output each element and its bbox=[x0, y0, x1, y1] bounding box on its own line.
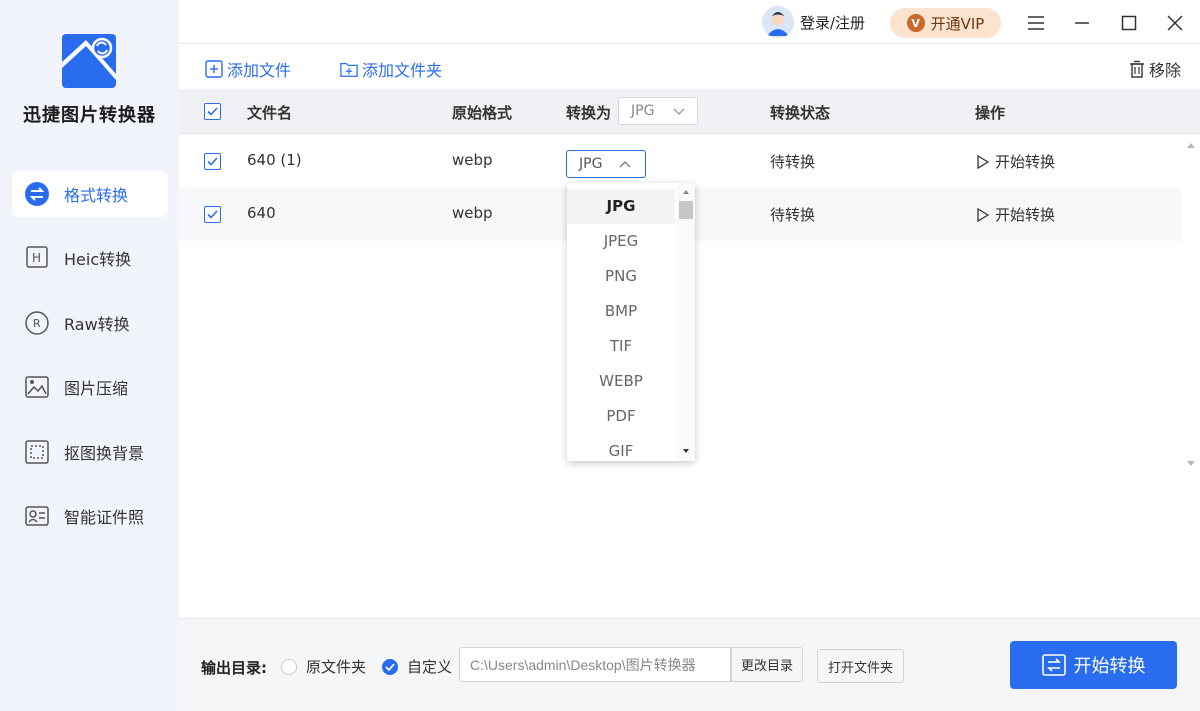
row-start-button[interactable]: 开始转换 bbox=[977, 204, 1055, 225]
app-window: 迅捷图片转换器 格式转换 H Heic转换 R Raw转换 图片压缩 抠图换背景… bbox=[0, 0, 1200, 711]
table-row: 640 (1) webp JPG 待转换 开始转换 bbox=[179, 135, 1182, 188]
header-status: 转换状态 bbox=[770, 104, 831, 122]
dropdown-scrollbar[interactable] bbox=[677, 183, 695, 461]
menu-icon[interactable] bbox=[1021, 8, 1051, 38]
sidebar-item-heic[interactable]: H Heic转换 bbox=[12, 235, 168, 281]
scroll-down-arrow-icon[interactable] bbox=[677, 445, 695, 457]
row-start-button[interactable]: 开始转换 bbox=[977, 151, 1055, 172]
vip-label: 开通VIP bbox=[930, 14, 985, 33]
app-logo bbox=[62, 34, 116, 88]
dropdown-option-jpg[interactable]: JPG bbox=[567, 189, 675, 224]
svg-text:H: H bbox=[32, 251, 41, 265]
scroll-down-arrow-icon[interactable] bbox=[1182, 457, 1200, 471]
id-card-icon bbox=[24, 503, 50, 529]
cutout-icon bbox=[24, 439, 50, 465]
maximize-icon[interactable] bbox=[1114, 8, 1144, 38]
row-format: webp bbox=[452, 204, 493, 222]
sidebar: 迅捷图片转换器 格式转换 H Heic转换 R Raw转换 图片压缩 抠图换背景… bbox=[0, 0, 179, 711]
chevron-up-icon bbox=[619, 161, 631, 168]
row-status: 待转换 bbox=[770, 153, 816, 171]
sidebar-item-cutout[interactable]: 抠图换背景 bbox=[12, 429, 168, 475]
add-file-label: 添加文件 bbox=[227, 61, 292, 80]
open-folder-button[interactable]: 打开文件夹 bbox=[817, 649, 904, 683]
radio-original-folder[interactable] bbox=[281, 659, 297, 675]
dropdown-option-gif[interactable]: GIF bbox=[567, 434, 675, 461]
row-checkbox[interactable] bbox=[204, 153, 221, 170]
dropdown-option-bmp[interactable]: BMP bbox=[567, 294, 675, 329]
remove-button[interactable]: 移除 bbox=[1128, 57, 1181, 81]
add-file-button[interactable]: 添加文件 bbox=[205, 57, 291, 81]
scroll-thumb[interactable] bbox=[679, 201, 693, 219]
start-convert-button[interactable]: 开始转换 bbox=[1010, 641, 1177, 689]
output-path-input[interactable] bbox=[459, 647, 731, 682]
row-checkbox[interactable] bbox=[204, 206, 221, 223]
radio-custom-folder[interactable] bbox=[382, 659, 398, 675]
heic-icon: H bbox=[24, 245, 50, 271]
header-original-format: 原始格式 bbox=[452, 104, 513, 122]
sidebar-item-compress[interactable]: 图片压缩 bbox=[12, 364, 168, 410]
convert-icon bbox=[1041, 654, 1066, 676]
scroll-up-arrow-icon[interactable] bbox=[677, 186, 695, 198]
row-action-label: 开始转换 bbox=[995, 153, 1056, 171]
option-original-label: 原文件夹 bbox=[306, 658, 367, 676]
sidebar-item-label: 格式转换 bbox=[64, 186, 129, 205]
option-custom-label: 自定义 bbox=[407, 658, 453, 676]
scroll-up-arrow-icon[interactable] bbox=[1182, 138, 1200, 152]
add-folder-icon bbox=[340, 62, 358, 77]
global-format-select[interactable]: JPG bbox=[618, 97, 698, 125]
play-icon bbox=[977, 207, 989, 222]
chevron-down-icon bbox=[673, 108, 685, 115]
header-convert-to: 转换为 bbox=[566, 104, 612, 122]
change-directory-button[interactable]: 更改目录 bbox=[731, 647, 803, 682]
image-icon bbox=[24, 374, 50, 400]
dropdown-option-tif[interactable]: TIF bbox=[567, 329, 675, 364]
dropdown-option-webp[interactable]: WEBP bbox=[567, 364, 675, 399]
row-filename: 640 bbox=[247, 204, 276, 222]
minimize-icon[interactable] bbox=[1067, 8, 1097, 38]
avatar bbox=[762, 6, 794, 38]
sidebar-item-label: Raw转换 bbox=[64, 315, 130, 334]
remove-label: 移除 bbox=[1149, 61, 1182, 80]
add-file-icon bbox=[205, 60, 223, 78]
header-action: 操作 bbox=[975, 104, 1006, 122]
add-folder-label: 添加文件夹 bbox=[362, 61, 443, 80]
sidebar-item-label: 图片压缩 bbox=[64, 379, 129, 398]
table-scrollbar[interactable] bbox=[1182, 134, 1200, 474]
convert-icon bbox=[24, 181, 50, 207]
dropdown-option-png[interactable]: PNG bbox=[567, 259, 675, 294]
row-format: webp bbox=[452, 151, 493, 169]
row-status: 待转换 bbox=[770, 206, 816, 224]
svg-text:R: R bbox=[33, 317, 41, 330]
row-target-value: JPG bbox=[579, 156, 603, 172]
format-dropdown-list: JPG JPEG PNG BMP TIF WEBP PDF GIF bbox=[567, 183, 695, 461]
row-filename: 640 (1) bbox=[247, 151, 302, 169]
app-name: 迅捷图片转换器 bbox=[23, 105, 156, 126]
sidebar-item-label: Heic转换 bbox=[64, 250, 132, 269]
sidebar-item-id-photo[interactable]: 智能证件照 bbox=[12, 493, 168, 539]
vip-crown-icon: V bbox=[906, 14, 925, 32]
start-convert-label: 开始转换 bbox=[1073, 656, 1146, 677]
trash-icon bbox=[1130, 60, 1144, 78]
table-header: 文件名 原始格式 转换为 JPG 转换状态 操作 bbox=[179, 89, 1200, 134]
vip-button[interactable]: V 开通VIP bbox=[890, 8, 1001, 38]
login-button[interactable]: 登录/注册 bbox=[762, 6, 865, 38]
sidebar-item-label: 智能证件照 bbox=[64, 508, 145, 527]
output-label: 输出目录: bbox=[201, 659, 267, 677]
global-format-value: JPG bbox=[631, 103, 655, 119]
row-action-label: 开始转换 bbox=[995, 206, 1056, 224]
add-folder-button[interactable]: 添加文件夹 bbox=[340, 57, 442, 81]
play-icon bbox=[977, 154, 989, 169]
select-all-checkbox[interactable] bbox=[204, 103, 221, 120]
sidebar-item-label: 抠图换背景 bbox=[64, 444, 145, 463]
dropdown-option-pdf[interactable]: PDF bbox=[567, 399, 675, 434]
sidebar-item-raw[interactable]: R Raw转换 bbox=[12, 300, 168, 346]
close-icon[interactable] bbox=[1160, 8, 1190, 38]
row-format-select[interactable]: JPG bbox=[566, 150, 646, 178]
login-label: 登录/注册 bbox=[800, 13, 866, 32]
raw-icon: R bbox=[24, 310, 50, 336]
dropdown-option-jpeg[interactable]: JPEG bbox=[567, 224, 675, 259]
header-filename: 文件名 bbox=[247, 104, 293, 122]
sidebar-item-format-convert[interactable]: 格式转换 bbox=[12, 171, 168, 217]
